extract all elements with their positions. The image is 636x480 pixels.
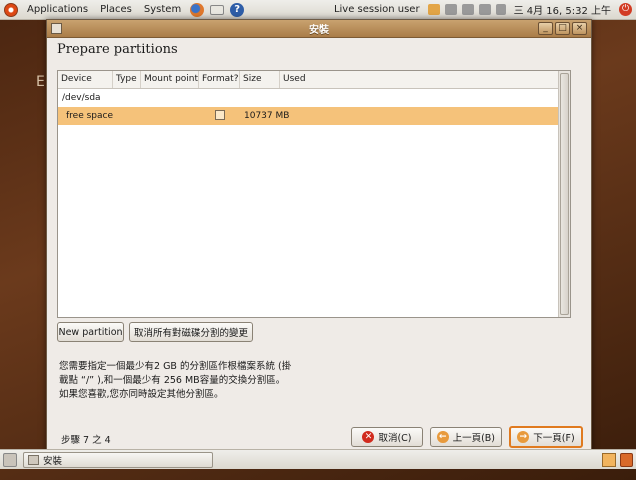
step-indicator: 步驟 7 之 4 bbox=[61, 435, 111, 446]
firefox-icon[interactable] bbox=[190, 2, 205, 17]
forward-button[interactable]: → 下一頁(F) bbox=[509, 426, 583, 448]
minimize-button[interactable]: _ bbox=[538, 22, 553, 35]
col-device[interactable]: Device bbox=[58, 71, 113, 88]
size-cell: 10737 MB bbox=[244, 111, 290, 121]
close-button[interactable]: × bbox=[572, 22, 587, 35]
titlebar[interactable]: 安裝 _ □ × bbox=[47, 20, 591, 38]
info-line: 如果您喜歡,您亦同時設定其他分割區。 bbox=[59, 389, 224, 400]
format-checkbox[interactable] bbox=[214, 109, 225, 120]
table-row[interactable]: free space 10737 MB bbox=[58, 107, 570, 125]
back-button[interactable]: ← 上一頁(B) bbox=[430, 427, 502, 447]
keyboard-icon[interactable] bbox=[461, 4, 474, 15]
bottom-panel: 安裝 bbox=[0, 449, 636, 469]
new-partition-button[interactable]: New partition bbox=[57, 322, 124, 342]
col-format[interactable]: Format? bbox=[199, 71, 240, 88]
network-icon[interactable] bbox=[478, 4, 491, 15]
cancel-button[interactable]: ✕ 取消(C) bbox=[351, 427, 423, 447]
cancel-label: 取消(C) bbox=[378, 433, 412, 444]
arrow-right-icon: → bbox=[517, 431, 530, 443]
switch-user-icon[interactable] bbox=[427, 4, 440, 15]
power-icon[interactable]: ⏻ bbox=[619, 3, 632, 16]
device-cell: free space bbox=[66, 111, 114, 121]
menu-system[interactable]: System bbox=[141, 4, 184, 15]
cancel-icon: ✕ bbox=[362, 431, 375, 443]
info-text: 您需要指定一個最少有2 GB 的分割區作根檔案系統 (掛 載點 “/” ),和一… bbox=[59, 360, 399, 402]
device-cell: /dev/sda bbox=[62, 93, 101, 103]
clock[interactable]: 三 4月 16, 5:32 上午 bbox=[511, 2, 614, 17]
table-row[interactable]: /dev/sda bbox=[58, 89, 570, 107]
back-label: 上一頁(B) bbox=[452, 433, 495, 444]
workspace-switcher-icon[interactable] bbox=[602, 452, 616, 467]
trash-icon[interactable] bbox=[620, 452, 633, 467]
window-title: 安裝 bbox=[309, 25, 329, 36]
col-type[interactable]: Type bbox=[113, 71, 141, 88]
taskbar-item-label: 安裝 bbox=[43, 455, 63, 467]
page-title: Prepare partitions bbox=[57, 42, 178, 57]
table-scrollbar[interactable] bbox=[558, 71, 570, 317]
arrow-left-icon: ← bbox=[437, 431, 449, 443]
help-icon[interactable]: ? bbox=[230, 2, 245, 17]
scroll-thumb[interactable] bbox=[560, 73, 569, 315]
background-text: E bbox=[36, 74, 45, 90]
mail-icon[interactable] bbox=[210, 4, 225, 15]
menu-applications[interactable]: Applications bbox=[24, 4, 91, 15]
maximize-button[interactable]: □ bbox=[555, 22, 570, 35]
user-name[interactable]: Live session user bbox=[331, 4, 423, 15]
table-header: Device Type Mount point Format? Size Use… bbox=[58, 71, 570, 89]
printer-icon[interactable] bbox=[444, 4, 457, 15]
forward-label: 下一頁(F) bbox=[533, 433, 575, 444]
col-size[interactable]: Size bbox=[240, 71, 280, 88]
installer-icon bbox=[28, 454, 39, 465]
partition-table[interactable]: Device Type Mount point Format? Size Use… bbox=[57, 70, 571, 318]
col-mount-point[interactable]: Mount point bbox=[141, 71, 199, 88]
ubuntu-logo-icon[interactable] bbox=[4, 2, 18, 17]
taskbar-item-installer[interactable]: 安裝 bbox=[23, 451, 213, 468]
menu-places[interactable]: Places bbox=[97, 4, 135, 15]
installer-window: 安裝 _ □ × Prepare partitions Device Type … bbox=[46, 19, 592, 456]
top-panel: Applications Places System ? Live sessio… bbox=[0, 0, 636, 20]
show-desktop-icon[interactable] bbox=[3, 452, 17, 467]
info-line: 您需要指定一個最少有2 GB 的分割區作根檔案系統 (掛 bbox=[59, 361, 292, 372]
undo-changes-button[interactable]: 取消所有對磁碟分割的變更 bbox=[129, 322, 253, 342]
volume-icon[interactable] bbox=[495, 4, 506, 15]
info-line: 載點 “/” ),和一個最少有 256 MB容量的交換分割區。 bbox=[59, 375, 286, 386]
col-used[interactable]: Used bbox=[280, 71, 560, 88]
